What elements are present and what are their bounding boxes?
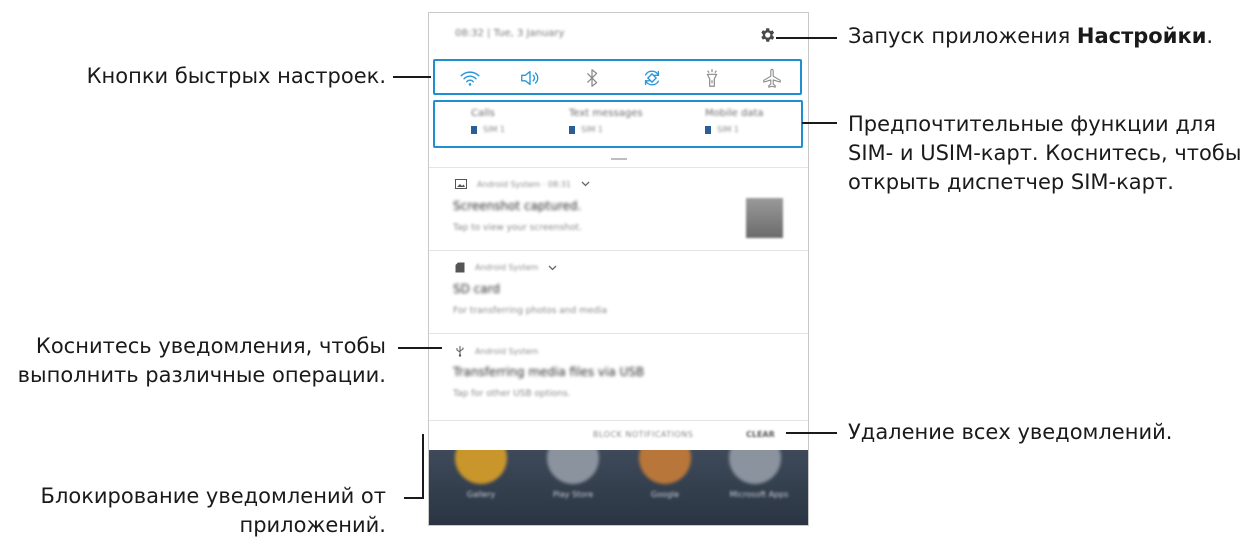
callout-clear-all: Удаление всех уведомлений. — [848, 418, 1172, 447]
sim-pref-value: SIM 1 — [717, 125, 739, 134]
notification-app: Android System — [475, 346, 539, 356]
sim-pref-title: Text messages — [569, 108, 643, 119]
notification-app: Android System · 08:31 — [477, 179, 571, 189]
leader-line — [422, 434, 424, 499]
leader-line — [393, 76, 431, 78]
sound-icon[interactable] — [519, 67, 541, 89]
callout-text: SIM- и USIM-карт. Коснитесь, чтобы — [848, 141, 1242, 165]
google-app-icon — [639, 450, 691, 484]
callout-text: Удаление всех уведомлений. — [848, 420, 1173, 444]
callout-notifications: Коснитесь уведомления, чтобы выполнить р… — [18, 332, 386, 390]
auto-rotate-icon[interactable] — [641, 67, 663, 89]
screenshot-thumbnail[interactable] — [746, 198, 783, 238]
leader-line — [404, 497, 424, 499]
clear-button[interactable]: CLEAR — [746, 430, 775, 439]
block-notifications-button[interactable]: BLOCK NOTIFICATIONS — [593, 430, 693, 439]
notification-title: Screenshot captured. — [453, 199, 582, 213]
callout-block-notifications: Блокирование уведомлений от приложений. — [41, 482, 386, 540]
callout-text: приложений. — [239, 513, 386, 537]
home-app-label: Gallery — [466, 490, 496, 499]
sim-pref-title: Mobile data — [705, 108, 764, 119]
notification-list: Android System · 08:31 Screenshot captur… — [429, 167, 808, 420]
notification-item[interactable]: Android System Transferring media files … — [429, 333, 808, 420]
home-app-label: Google — [650, 490, 680, 499]
wifi-icon[interactable] — [459, 67, 481, 89]
status-bar: 08:32 | Tue, 3 January — [429, 13, 808, 57]
callout-quick-settings: Кнопки быстрых настроек. — [87, 62, 386, 91]
home-app-label: Play Store — [552, 490, 594, 499]
sim-icon — [705, 125, 711, 134]
callout-text: открыть диспетчер SIM-карт. — [848, 170, 1174, 194]
callout-text-bold: Настройки — [1076, 24, 1207, 48]
airplane-mode-icon[interactable] — [761, 67, 783, 89]
chevron-down-icon[interactable] — [581, 181, 590, 187]
notification-subtitle: For transferring photos and media — [453, 306, 608, 316]
callout-text: . — [1206, 24, 1214, 48]
notification-item[interactable]: Android System SD card For transferring … — [429, 250, 808, 333]
leader-line — [776, 37, 837, 39]
sim-pref-text-messages[interactable]: Text messages SIM 1 — [569, 108, 643, 134]
callout-text: выполнить различные операции. — [17, 363, 386, 387]
sim-pref-mobile-data[interactable]: Mobile data SIM 1 — [705, 108, 764, 134]
callout-text: Предпочтительные функции для — [848, 112, 1216, 136]
notification-title: SD card — [453, 282, 500, 296]
sim-card-preferences[interactable]: Calls SIM 1 Text messages SIM 1 Mobile d… — [433, 100, 803, 148]
sim-pref-title: Calls — [471, 108, 495, 119]
sd-card-icon — [455, 262, 465, 273]
quick-settings-bar — [433, 59, 802, 95]
callout-sim-preferences: Предпочтительные функции для SIM- и USIM… — [848, 110, 1241, 197]
notification-app: Android System — [475, 263, 539, 272]
callout-text: Запуск приложения — [848, 24, 1077, 48]
flashlight-icon[interactable] — [701, 67, 723, 89]
usb-icon — [456, 346, 464, 357]
gallery-app-icon — [455, 450, 507, 484]
callout-text: Блокирование уведомлений от — [40, 484, 386, 508]
notification-subtitle: Tap to view your screenshot. — [453, 223, 582, 233]
home-app-label: Microsoft Apps — [729, 490, 789, 499]
gear-icon[interactable] — [758, 26, 776, 44]
callout-text: Коснитесь уведомления, чтобы — [35, 334, 386, 358]
status-datetime: 08:32 | Tue, 3 January — [455, 28, 565, 39]
callout-text: Кнопки быстрых настроек. — [86, 64, 386, 88]
sim-icon — [569, 125, 575, 134]
image-icon — [455, 179, 467, 189]
sim-icon — [471, 125, 477, 134]
sim-pref-value: SIM 1 — [581, 125, 603, 134]
leader-line — [398, 347, 442, 349]
chevron-down-icon[interactable] — [548, 265, 557, 271]
notification-title: Transferring media files via USB — [453, 365, 645, 379]
sim-pref-calls[interactable]: Calls SIM 1 — [471, 108, 505, 134]
notification-panel: 08:32 | Tue, 3 January Calls SIM 1 Text … — [428, 12, 809, 526]
panel-drag-handle[interactable] — [611, 158, 627, 160]
bluetooth-icon[interactable] — [581, 67, 603, 89]
microsoft-apps-icon — [729, 450, 781, 484]
notification-actions: BLOCK NOTIFICATIONS CLEAR — [429, 420, 808, 450]
home-screen-background: Gallery Play Store Google Microsoft Apps — [429, 450, 808, 525]
notification-item[interactable]: Android System · 08:31 Screenshot captur… — [429, 167, 808, 250]
notification-subtitle: Tap for other USB options. — [453, 389, 571, 399]
leader-line — [786, 432, 837, 434]
play-store-app-icon — [547, 450, 599, 484]
leader-line — [802, 122, 837, 124]
callout-settings: Запуск приложения Настройки. — [848, 22, 1213, 51]
sim-pref-value: SIM 1 — [483, 125, 505, 134]
